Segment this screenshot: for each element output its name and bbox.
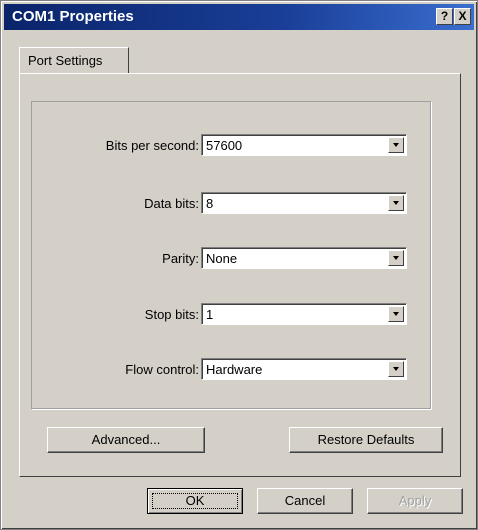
tab-label: Port Settings bbox=[28, 53, 103, 68]
restore-defaults-button[interactable]: Restore Defaults bbox=[289, 427, 443, 453]
data-bits-label: Data bits: bbox=[144, 196, 199, 211]
window-title: COM1 Properties bbox=[12, 8, 134, 25]
advanced-button-label: Advanced... bbox=[91, 432, 161, 447]
close-icon: X bbox=[458, 9, 467, 23]
chevron-down-icon[interactable] bbox=[388, 361, 404, 377]
flow-control-label: Flow control: bbox=[125, 362, 199, 377]
dialog-window: COM1 Properties ? X Port Settings Bits p… bbox=[0, 0, 478, 530]
focus-rect bbox=[152, 493, 238, 509]
flow-control-value: Hardware bbox=[206, 362, 263, 377]
parity-select[interactable]: None bbox=[201, 247, 407, 269]
close-button[interactable]: X bbox=[454, 8, 471, 25]
chevron-down-icon[interactable] bbox=[388, 195, 404, 211]
bits-per-second-label: Bits per second: bbox=[105, 138, 199, 153]
tab-port-settings[interactable]: Port Settings bbox=[19, 47, 129, 73]
stop-bits-select[interactable]: 1 bbox=[201, 303, 407, 325]
chevron-down-icon[interactable] bbox=[388, 250, 404, 266]
advanced-button[interactable]: Advanced... bbox=[47, 427, 205, 453]
parity-value: None bbox=[206, 251, 238, 266]
help-icon: ? bbox=[440, 9, 449, 23]
help-button[interactable]: ? bbox=[436, 8, 453, 25]
cancel-button[interactable]: Cancel bbox=[257, 488, 353, 514]
data-bits-value: 8 bbox=[206, 196, 214, 211]
cancel-button-label: Cancel bbox=[284, 493, 326, 508]
title-bar[interactable]: COM1 Properties ? X bbox=[4, 4, 474, 30]
restore-defaults-button-label: Restore Defaults bbox=[317, 432, 415, 447]
bits-per-second-value: 57600 bbox=[206, 138, 243, 153]
chevron-down-icon[interactable] bbox=[388, 137, 404, 153]
stop-bits-value: 1 bbox=[206, 307, 214, 322]
data-bits-select[interactable]: 8 bbox=[201, 192, 407, 214]
ok-button[interactable]: OK bbox=[147, 488, 243, 514]
apply-button: Apply bbox=[367, 488, 463, 514]
parity-label: Parity: bbox=[162, 251, 199, 266]
stop-bits-label: Stop bits: bbox=[144, 307, 199, 322]
flow-control-select[interactable]: Hardware bbox=[201, 358, 407, 380]
chevron-down-icon[interactable] bbox=[388, 306, 404, 322]
apply-button-label: Apply bbox=[398, 493, 432, 508]
bits-per-second-select[interactable]: 57600 bbox=[201, 134, 407, 156]
